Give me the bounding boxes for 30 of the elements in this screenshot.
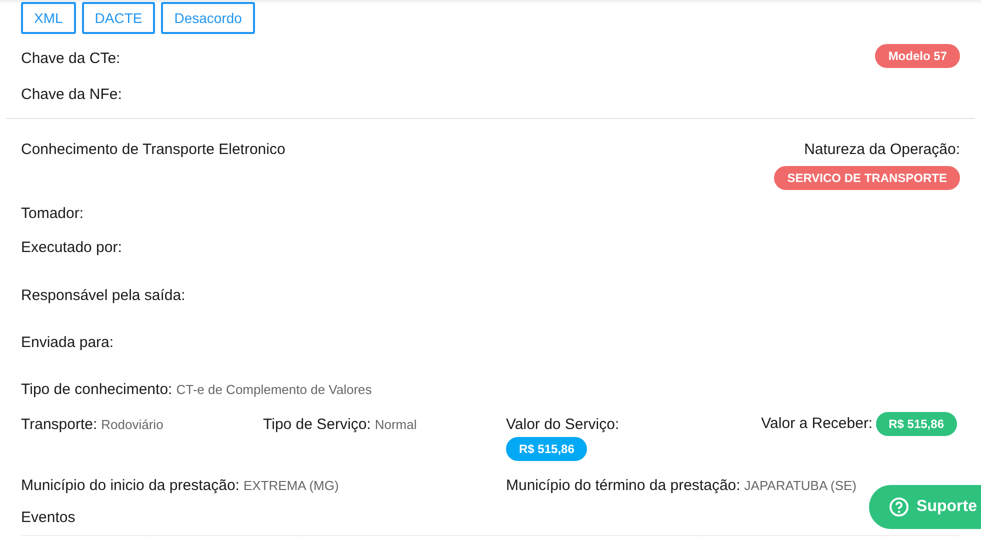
field-label: Natureza da Operação: (804, 141, 960, 159)
field-label: Valor a Receber: (761, 415, 873, 433)
field-label: Tomador: (21, 205, 84, 223)
support-button[interactable]: Suporte (868, 485, 981, 529)
section-title: Eventos (21, 509, 76, 526)
field-value: CT-e de Complemento de Valores (176, 382, 372, 397)
field-label: Tipo de Serviço: (263, 416, 371, 434)
field-label: Responsável pela saída: (21, 287, 186, 305)
field-label: Valor do Serviço: (506, 416, 620, 434)
document-title: Conhecimento de Transporte Eletronico (21, 141, 286, 159)
help-icon (888, 497, 909, 517)
field-label: Município do término da prestação: (506, 477, 740, 495)
field-label: Enviada para: (21, 334, 114, 352)
operation-badge: SERVICO DE TRANSPORTE (774, 166, 960, 190)
field-value: JAPARATUBA (SE) (744, 478, 857, 493)
field-label: Tipo de conhecimento: (21, 381, 172, 399)
model-badge: Modelo 57 (875, 44, 960, 68)
field-label: Executado por: (21, 239, 122, 257)
action-button[interactable]: DACTE (82, 2, 156, 34)
amount-badge: R$ 515,86 (876, 412, 957, 436)
action-button[interactable]: Desacordo (161, 2, 255, 34)
field-label: Chave da CTe: (21, 50, 120, 68)
field-label: Transporte: (21, 416, 98, 434)
field-label: Município do inicio da prestação: (21, 477, 240, 495)
amount-badge: R$ 515,86 (506, 437, 588, 461)
field-label: Chave da NFe: (21, 86, 122, 104)
field-value: Rodoviário (101, 417, 164, 432)
field-value: EXTREMA (MG) (243, 478, 339, 493)
field-value: Normal (374, 417, 417, 432)
action-button[interactable]: XML (21, 2, 76, 34)
